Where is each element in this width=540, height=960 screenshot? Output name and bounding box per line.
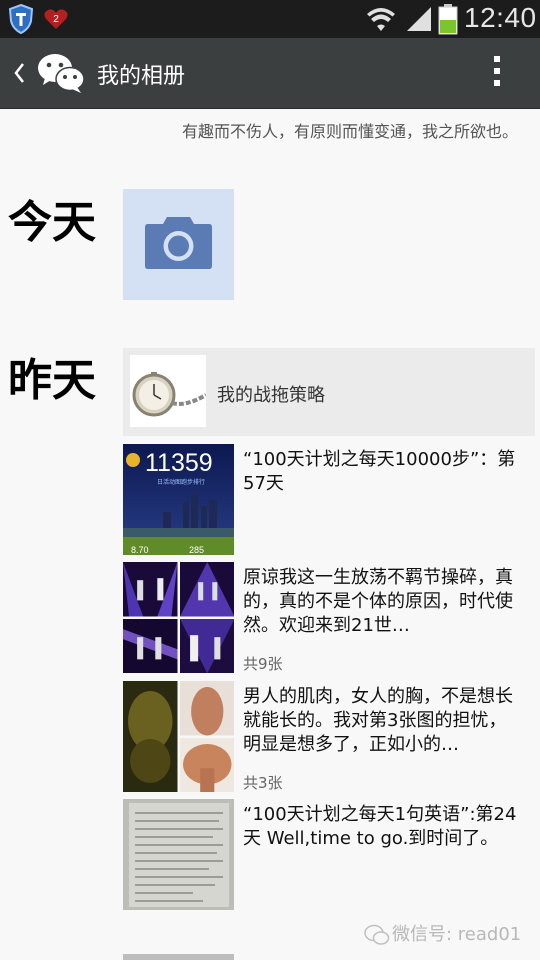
post-text: “100天计划之每天1句英语”:第24天 Well,time to go.到时间… [243,804,517,849]
pedometer-step-count: 11359 [145,449,213,477]
notification-badge: 2 [53,14,59,25]
muscle-photos-grid [123,681,234,792]
wechat-id-watermark: 微信号: read01 [364,920,521,946]
back-chevron-icon[interactable] [12,61,26,85]
battery-icon [438,4,458,35]
notification-heart-icon: 2 [44,9,68,29]
wechat-watermark-icon [364,924,390,945]
pedometer-screenshot-image: 11359 日活动图跑步排行 8.70 285 [123,444,234,555]
album-post[interactable]: 11359 日活动图跑步排行 8.70 285 “100天计划之每天10000步… [123,444,535,555]
album-post[interactable]: 原谅我这一生放荡不羁节操碎，真的，真的不是个体的原因，时代使然。欢迎来到21世…… [123,562,535,673]
action-bar: 我的相册 [0,38,540,109]
svg-text:8.70: 8.70 [131,545,149,555]
post-text: “100天计划之每天10000步”：第57天 [243,449,516,494]
profile-signature: 有趣而不伤人，有原则而懂变通，我之所欲也。 [181,122,518,141]
signal-icon [407,7,431,31]
shared-link-item[interactable]: 我的战拖策略 [123,348,535,436]
concert-photos-grid [123,562,234,673]
shared-link-title: 我的战拖策略 [217,385,325,406]
day-label-yesterday: 昨天 [8,355,96,406]
book-page-image [123,799,234,910]
wifi-icon [367,8,395,31]
pocket-watch-thumbnail [130,355,206,427]
album-post[interactable]: “100天计划之每天1句英语”:第24天 Well,time to go.到时间… [123,799,535,910]
post-text: 男人的肌肉，女人的胸，不是想长就能长的。我对第3张图的担忧，明显是想多了，正如小… [243,686,513,755]
shield-icon [8,4,34,34]
photo-count: 共9张 [243,655,283,673]
add-photo-button[interactable] [123,189,234,300]
day-label-today: 今天 [8,197,96,248]
svg-text:285: 285 [189,545,204,555]
album-post[interactable]: 男人的肌肉，女人的胸，不是想长就能长的。我对第3张图的担忧，明显是想多了，正如小… [123,681,535,792]
pedometer-caption: 日活动图跑步排行 [157,478,205,486]
watermark-text: 微信号: read01 [392,924,522,945]
wechat-logo-icon[interactable] [37,52,85,94]
camera-icon [145,217,212,269]
status-bar: 2 12:40 [0,0,540,38]
overflow-menu-icon[interactable] [490,56,504,92]
photo-count: 共3张 [243,774,283,792]
page-title: 我的相册 [97,64,186,89]
next-post-peek [123,954,234,960]
status-time: 12:40 [464,2,537,33]
post-text: 原谅我这一生放荡不羁节操碎，真的，真的不是个体的原因，时代使然。欢迎来到21世… [243,567,513,636]
